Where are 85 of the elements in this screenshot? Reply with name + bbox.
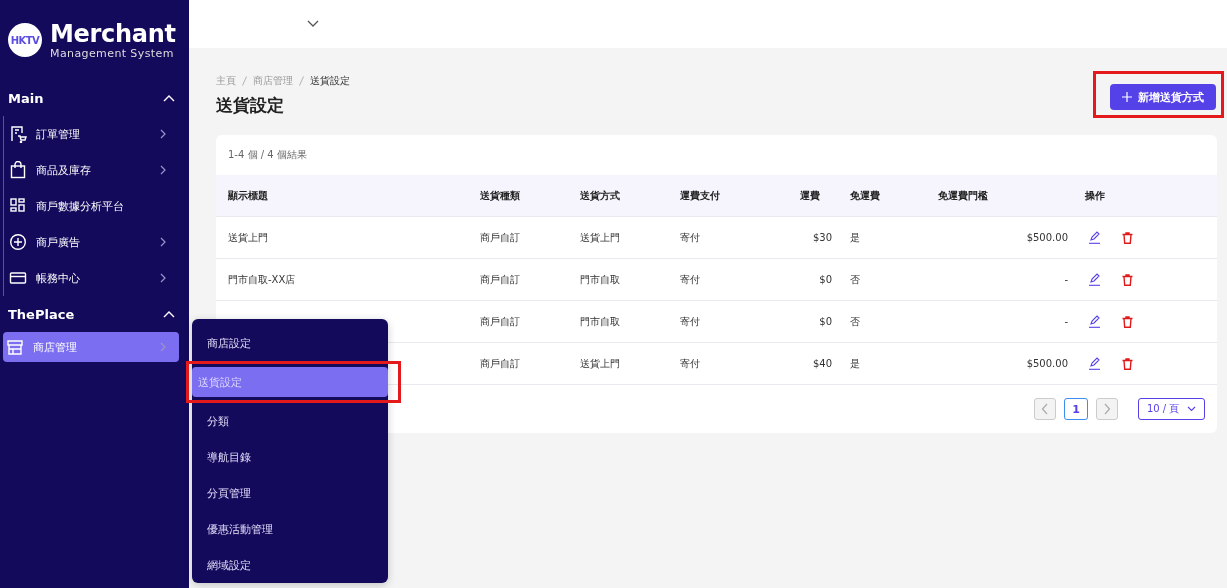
delete-icon[interactable]: [1122, 273, 1133, 286]
column-header: 運費支付: [680, 188, 721, 203]
dashboard-icon: [9, 197, 27, 215]
collapse-icon[interactable]: [163, 310, 175, 318]
table-cell-text: 商戶自訂: [480, 230, 521, 245]
plus-icon: [1122, 92, 1132, 102]
storefront-icon: [6, 338, 24, 356]
edit-icon[interactable]: [1088, 357, 1101, 370]
table-cell-text: $0: [818, 274, 832, 285]
column-header: 送貨方式: [580, 188, 621, 203]
table-cell-text: 寄付: [680, 230, 701, 245]
table-cell-text: 商戶自訂: [480, 356, 521, 371]
receipt-cart-icon: [9, 125, 27, 143]
table-cell-text: 否: [850, 272, 861, 287]
table-cell-text: 商戶自訂: [480, 314, 521, 329]
column-header: 操作: [1084, 188, 1106, 203]
table-cell-text: 商戶自訂: [480, 272, 521, 287]
logo-badge: HKTV: [8, 23, 42, 57]
logo-title: Merchant: [50, 20, 176, 47]
table-cell-text: 送貨上門: [228, 230, 269, 245]
table-cell-text: $0: [818, 316, 832, 327]
edit-icon[interactable]: [1088, 315, 1101, 328]
table-cell-text: $500.00: [1025, 232, 1068, 243]
delete-icon[interactable]: [1122, 315, 1133, 328]
chevron-right-icon: [159, 237, 167, 247]
column-header: 運費: [799, 188, 821, 203]
page-title: 送貨設定: [216, 94, 285, 117]
table-cell-text: -: [1063, 274, 1068, 285]
chevron-right-icon: [159, 129, 167, 139]
add-circle-icon: [9, 233, 27, 251]
page-number[interactable]: 1: [1064, 398, 1088, 420]
sidebar-item[interactable]: 商店管理: [3, 332, 179, 362]
breadcrumb-item: 送貨設定: [310, 74, 350, 88]
section-title: ThePlace: [8, 306, 75, 322]
delete-icon[interactable]: [1122, 357, 1133, 370]
submenu-item[interactable]: 分頁管理: [192, 475, 388, 511]
column-header: 顯示標題: [228, 188, 269, 203]
dropdown-icon[interactable]: [307, 20, 319, 28]
column-header: 免運費: [850, 188, 881, 203]
table-cell-text: $40: [811, 358, 832, 369]
chevron-left-icon: [1041, 403, 1049, 415]
column-header: 送貨種類: [480, 188, 521, 203]
sidebar-item[interactable]: 商品及庫存: [4, 152, 179, 188]
table-cell-text: 寄付: [680, 356, 701, 371]
edit-icon[interactable]: [1088, 231, 1101, 244]
chevron-right-icon: [159, 165, 167, 175]
shopping-bag-icon: [9, 161, 27, 179]
table-cell-text: 門市自取: [580, 272, 621, 287]
breadcrumb-separator-icon: [299, 76, 304, 86]
submenu-item[interactable]: 網域設定: [192, 547, 388, 583]
collapse-icon[interactable]: [163, 94, 175, 102]
submenu-item[interactable]: 導航目錄: [192, 439, 388, 475]
table-cell-text: 送貨上門: [580, 356, 621, 371]
chevron-right-icon: [159, 273, 167, 283]
table-cell-text: 門市自取: [580, 314, 621, 329]
chevron-down-icon: [1187, 406, 1197, 412]
logo-subtitle: Management System: [50, 46, 175, 60]
table-cell-text: 寄付: [680, 314, 701, 329]
credit-card-icon: [9, 269, 27, 287]
section-title: Main: [8, 90, 44, 106]
result-count: 1-4 個 / 4 個結果: [227, 148, 308, 162]
sidebar-item[interactable]: 訂單管理: [4, 116, 179, 152]
submenu-item[interactable]: 分類: [192, 403, 388, 439]
sidebar-item[interactable]: 商戶數據分析平台: [4, 188, 179, 224]
submenu-item[interactable]: 優惠活動管理: [192, 511, 388, 547]
column-header: 免運費門檻: [937, 188, 989, 203]
page-size-select[interactable]: 10 / 頁: [1138, 398, 1205, 420]
table-cell-text: 是: [850, 356, 861, 371]
table-cell-text: 寄付: [680, 272, 701, 287]
breadcrumb-separator-icon: [242, 76, 247, 86]
table-cell-text: 送貨上門: [580, 230, 621, 245]
chevron-right-icon: [159, 342, 167, 352]
table-cell-text: 否: [850, 314, 861, 329]
sidebar-item[interactable]: 帳務中心: [4, 260, 179, 296]
sidebar-item[interactable]: 商戶廣告: [4, 224, 179, 260]
table-cell-text: -: [1063, 316, 1068, 327]
edit-icon[interactable]: [1088, 273, 1101, 286]
table-cell-text: $500.00: [1025, 358, 1068, 369]
table-cell-text: 門市自取-XX店: [228, 272, 297, 287]
submenu-item[interactable]: 商店設定: [192, 325, 388, 361]
table-cell-text: 是: [850, 230, 861, 245]
chevron-right-icon: [1103, 403, 1111, 415]
delete-icon[interactable]: [1122, 231, 1133, 244]
add-shipping-button[interactable]: 新增送貨方式: [1110, 84, 1216, 110]
table-cell-text: $30: [811, 232, 832, 243]
